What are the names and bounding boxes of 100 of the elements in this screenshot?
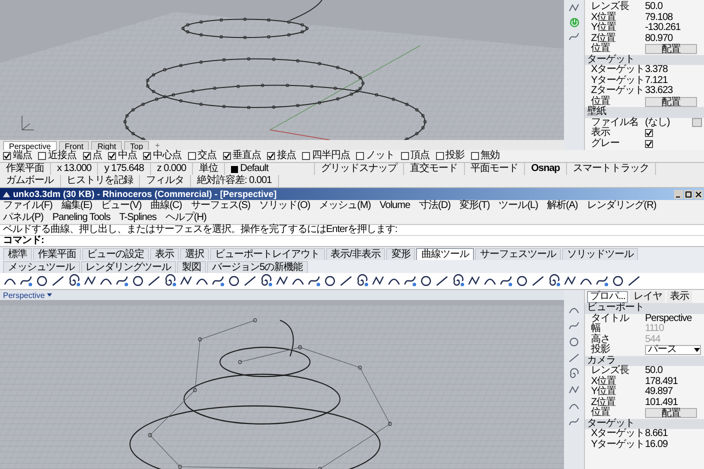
status-toggle[interactable]: グリッドスナップ (315, 163, 404, 175)
toolbar-tab[interactable]: 作業平面 (33, 248, 81, 260)
toolbar-tab[interactable]: 表示 (150, 248, 179, 260)
viewport-tab[interactable]: Top (124, 141, 150, 150)
curve-icon[interactable] (115, 274, 129, 288)
line-icon[interactable] (435, 274, 449, 288)
menu-item[interactable]: レンダリング(R) (586, 200, 656, 212)
checkbox[interactable] (222, 152, 230, 160)
line-icon[interactable] (243, 274, 257, 288)
menu-item[interactable]: パネル(P) (3, 212, 44, 224)
panel-tab[interactable]: レイヤ (630, 290, 665, 302)
checkbox[interactable] (267, 152, 275, 160)
viewport-tab[interactable]: Right (91, 141, 122, 150)
checkbox[interactable] (108, 152, 116, 160)
spiral-icon[interactable] (355, 274, 369, 288)
checkbox[interactable] (188, 152, 196, 160)
checkbox[interactable] (436, 152, 444, 160)
toolbar-tab[interactable]: ビューの設定 (82, 248, 149, 260)
status-toggle[interactable]: ガムボール (0, 175, 60, 187)
menu-item[interactable]: Volume (380, 200, 410, 212)
menu-item[interactable]: 変形(T) (459, 200, 490, 212)
curve-icon[interactable] (307, 274, 321, 288)
status-toggle[interactable]: 平面モード (464, 163, 526, 175)
status-toggle[interactable]: Osnap (525, 163, 567, 175)
power-icon[interactable] (568, 17, 580, 28)
line-icon[interactable] (51, 274, 65, 288)
checkbox[interactable] (82, 152, 90, 160)
spiral-icon[interactable] (547, 274, 561, 288)
polyline-icon[interactable] (275, 274, 289, 288)
layer-name[interactable]: Default (240, 164, 268, 174)
menu-item[interactable]: サーフェス(S) (190, 200, 250, 212)
curve-icon[interactable] (211, 274, 225, 288)
minimize-icon[interactable] (674, 190, 683, 198)
spiral-icon[interactable] (163, 274, 177, 288)
toolbar-tab[interactable]: 標準 (3, 248, 32, 260)
menu-item[interactable]: メッシュ(M) (319, 200, 371, 212)
place-button[interactable]: 配置 (645, 96, 697, 107)
menu-item[interactable]: ビュー(V) (101, 200, 142, 212)
checkbox[interactable] (3, 152, 11, 160)
menu-item[interactable]: 編集(E) (61, 200, 92, 212)
checkbox[interactable] (143, 152, 151, 160)
checkbox[interactable] (470, 152, 478, 160)
checkbox[interactable] (400, 152, 408, 160)
menu-item[interactable]: 曲線(C) (150, 200, 182, 212)
checkbox[interactable] (302, 152, 310, 160)
line-icon[interactable] (147, 274, 161, 288)
curve-icon[interactable] (499, 274, 513, 288)
line-icon[interactable] (339, 274, 353, 288)
menu-item[interactable]: T-Splines (119, 212, 156, 224)
property-label: X位置 (590, 12, 618, 23)
curve-icon[interactable] (403, 274, 417, 288)
toolbar-tab[interactable]: ビューポートレイアウト (210, 248, 324, 260)
viewport-tab[interactable]: Front (58, 141, 90, 150)
toolbar-tab[interactable]: 曲線ツール (416, 248, 474, 260)
viewport-title[interactable]: Perspective (0, 290, 55, 300)
curve-icon[interactable] (595, 274, 609, 288)
curve-icon[interactable] (19, 274, 33, 288)
place-button[interactable]: 配置 (645, 408, 697, 418)
menu-item[interactable]: ファイル(F) (3, 200, 52, 212)
toolbar-tab[interactable]: メッシュツール (3, 261, 80, 273)
checkbox[interactable] (356, 152, 364, 160)
checkbox[interactable] (38, 152, 46, 160)
spiral-icon[interactable] (67, 274, 81, 288)
menu-item[interactable]: ツール(L) (498, 200, 538, 212)
polyline-icon[interactable] (179, 274, 193, 288)
line-icon[interactable] (627, 274, 641, 288)
polyline-icon[interactable] (563, 274, 577, 288)
toolbar-tab[interactable]: 表示/非表示 (326, 248, 386, 260)
menu-item[interactable]: ヘルプ(H) (165, 212, 206, 224)
toolbar-tab[interactable]: 選択 (180, 248, 209, 260)
panel-tab[interactable]: 表示 (666, 290, 692, 302)
toolbar-tab[interactable]: 変形 (386, 248, 416, 260)
status-toggle[interactable]: ヒストリを記録 (60, 175, 140, 187)
checkbox[interactable] (645, 140, 653, 148)
status-toggle[interactable]: フィルタ (140, 175, 191, 187)
projection-dropdown[interactable]: パース (645, 345, 701, 356)
toolbar-tab[interactable]: 製図 (177, 261, 206, 273)
toolbar-tab[interactable]: ソリッドツール (562, 248, 638, 260)
add-tab-button[interactable]: + (151, 141, 164, 150)
panel-tab[interactable]: プロパ... (587, 290, 628, 302)
close-icon[interactable] (694, 190, 703, 198)
polyline-icon[interactable] (83, 274, 97, 288)
place-button[interactable]: 配置 (645, 44, 697, 54)
spiral-icon[interactable] (451, 274, 465, 288)
menu-item[interactable]: ソリッド(O) (259, 200, 310, 212)
status-toggle[interactable]: スマートトラック (566, 163, 656, 175)
restore-icon[interactable] (684, 190, 693, 198)
toolbar-tab[interactable]: バージョン5の新機能 (207, 261, 308, 273)
menu-item[interactable]: 寸法(D) (419, 200, 450, 212)
polyline-icon[interactable] (371, 274, 385, 288)
status-toggle[interactable]: 直交モード (404, 163, 465, 175)
toolbar-tab[interactable]: サーフェスツール (474, 248, 561, 260)
line-icon[interactable] (531, 274, 545, 288)
toolbar-tab[interactable]: レンダリングツール (80, 261, 176, 273)
menu-item[interactable]: 解析(A) (546, 200, 578, 212)
menu-item[interactable]: Paneling Tools (52, 212, 110, 224)
viewport-tab[interactable]: Perspective (3, 141, 57, 150)
spiral-icon[interactable] (259, 274, 273, 288)
checkbox[interactable] (645, 129, 653, 138)
polyline-icon[interactable] (467, 274, 481, 288)
